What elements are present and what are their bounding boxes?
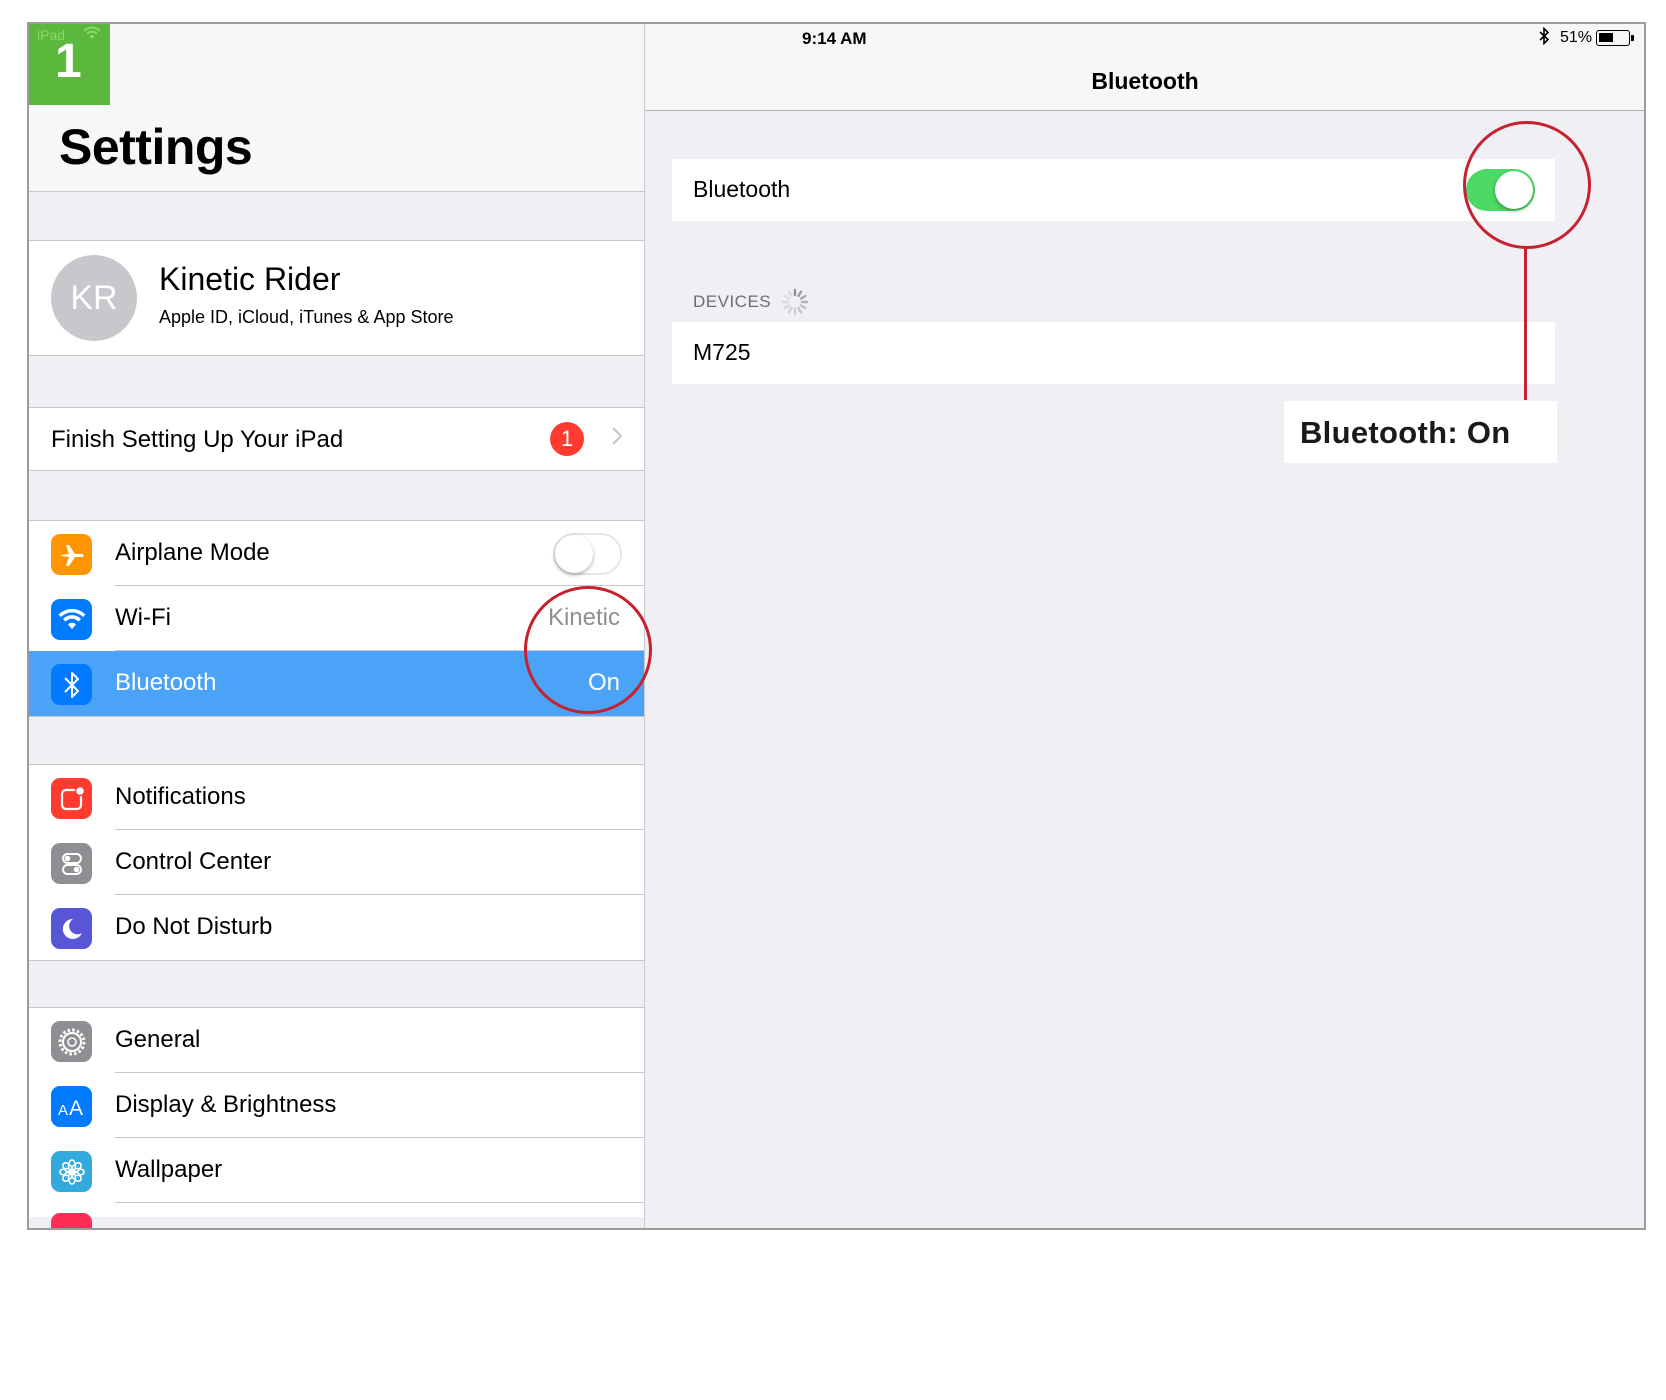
sidebar-item-label: Wi-Fi xyxy=(115,604,171,631)
battery-percent: 51% xyxy=(1559,29,1592,46)
sidebar-item-control-center[interactable]: Control Center xyxy=(29,830,644,895)
master-header: iPad 1 Settings xyxy=(29,24,644,192)
sidebar-item-display-brightness[interactable]: AA Display & Brightness xyxy=(29,1073,644,1138)
sidebar-item-label: Notifications xyxy=(115,783,246,810)
device-name: M725 xyxy=(693,339,751,365)
annotation-leader-line xyxy=(1524,249,1527,400)
devices-section-header: DEVICES xyxy=(693,292,772,311)
sidebar-item-label: Do Not Disturb xyxy=(115,913,273,940)
sidebar-item-label: General xyxy=(115,1026,201,1053)
sidebar-item-notifications[interactable]: Notifications xyxy=(29,765,644,830)
sounds-icon xyxy=(51,1213,92,1228)
annotation-callout: Bluetooth: On xyxy=(1284,401,1557,463)
sidebar-item-label: Control Center xyxy=(115,848,272,875)
finish-setup-row[interactable]: Finish Setting Up Your iPad 1 xyxy=(29,407,644,471)
bluetooth-toggle-label: Bluetooth xyxy=(693,176,791,202)
airplane-icon xyxy=(51,534,92,575)
toggle-knob xyxy=(555,535,593,573)
profile-name: Kinetic Rider xyxy=(159,261,341,297)
battery-fill xyxy=(1599,33,1613,42)
general-group: General AA Display & Brightness Wallpape… xyxy=(29,1007,644,1228)
profile-subtitle: Apple ID, iCloud, iTunes & App Store xyxy=(159,307,454,327)
sidebar-item-do-not-disturb[interactable]: Do Not Disturb xyxy=(29,895,644,960)
page-title: Settings xyxy=(59,119,253,175)
wallpaper-icon xyxy=(51,1151,92,1192)
device-row[interactable]: M725 xyxy=(672,322,1555,384)
bluetooth-icon xyxy=(51,664,92,705)
annotation-callout-text: Bluetooth: On xyxy=(1300,415,1511,450)
gear-icon xyxy=(51,1021,92,1062)
ipad-screen: iPad 1 Settings KR Kinetic Rider Apple I… xyxy=(27,22,1646,1230)
status-time: 9:14 AM xyxy=(802,29,867,48)
bluetooth-toggle-row: Bluetooth xyxy=(672,159,1555,221)
chevron-right-icon xyxy=(611,422,623,453)
sidebar-item-wallpaper[interactable]: Wallpaper xyxy=(29,1138,644,1203)
sidebar-item-label: Airplane Mode xyxy=(115,539,270,566)
sidebar-item-label: Bluetooth xyxy=(115,669,217,696)
sidebar-item-label: Wallpaper xyxy=(115,1156,223,1183)
airplane-mode-toggle[interactable] xyxy=(553,533,622,575)
sidebar-item-label: Display & Brightness xyxy=(115,1091,337,1118)
sidebar-item-general[interactable]: General xyxy=(29,1008,644,1073)
wifi-icon xyxy=(51,599,92,640)
loading-spinner-icon xyxy=(780,287,810,317)
annotation-circle-toggle xyxy=(1463,121,1591,249)
annotation-circle-status xyxy=(524,586,652,714)
step-number: 1 xyxy=(55,35,82,88)
wifi-status-icon xyxy=(83,26,101,43)
svg-text:A: A xyxy=(69,1097,83,1118)
notifications-icon xyxy=(51,778,92,819)
apple-id-profile-row[interactable]: KR Kinetic Rider Apple ID, iCloud, iTune… xyxy=(29,240,644,356)
navigation-bar: 9:14 AM 51% Bluetooth xyxy=(646,24,1644,111)
sidebar-item-airplane-mode[interactable]: Airplane Mode xyxy=(29,521,644,586)
avatar: KR xyxy=(51,255,137,341)
nav-title: Bluetooth xyxy=(1091,68,1199,94)
battery-icon xyxy=(1596,30,1634,46)
finish-setup-label: Finish Setting Up Your iPad xyxy=(51,426,344,453)
step-number-badge: iPad 1 xyxy=(29,24,110,105)
notification-count-badge: 1 xyxy=(550,422,584,456)
sidebar-item-partial[interactable] xyxy=(29,1203,644,1228)
display-icon: AA xyxy=(51,1086,92,1127)
control-center-icon xyxy=(51,843,92,884)
bluetooth-status-icon xyxy=(1538,26,1550,50)
notifications-group: Notifications Control Center Do Not Dist… xyxy=(29,764,644,961)
svg-text:A: A xyxy=(58,1102,68,1118)
moon-icon xyxy=(51,908,92,949)
